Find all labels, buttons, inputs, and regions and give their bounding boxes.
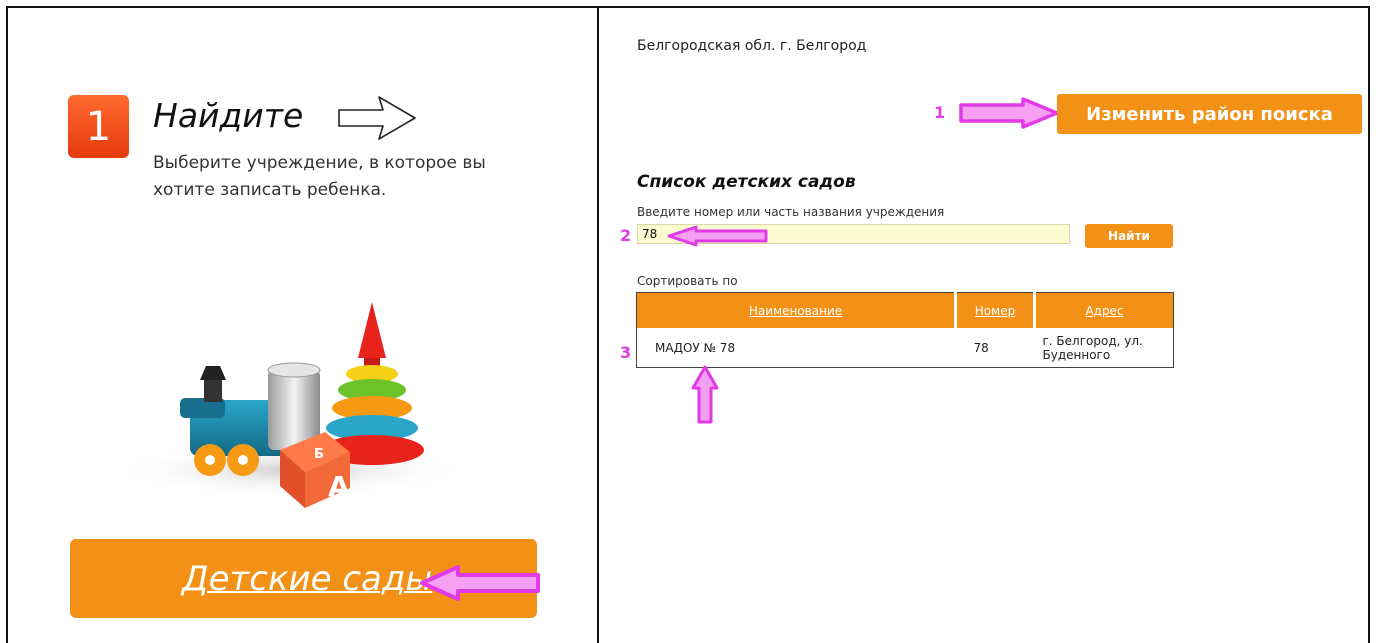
svg-text:A: A bbox=[328, 470, 350, 503]
step-description: Выберите учреждение, в которое вы хотите… bbox=[153, 153, 486, 200]
sort-by-name-header[interactable]: Наименование bbox=[636, 292, 957, 328]
arrow-outline-icon bbox=[338, 96, 416, 140]
sort-by-number-header[interactable]: Номер bbox=[955, 292, 1036, 328]
change-search-area-button[interactable]: Изменить район поиска bbox=[1057, 94, 1362, 134]
pink-arrow-icon bbox=[691, 365, 719, 424]
step-number-badge: 1 bbox=[68, 95, 129, 158]
row-address-cell: г. Белгород, ул. Буденного bbox=[1042, 333, 1143, 362]
annotation-3: 3 bbox=[620, 343, 632, 362]
pink-arrow-icon bbox=[667, 225, 768, 247]
pink-arrow-icon bbox=[959, 97, 1059, 129]
find-button[interactable]: Найти bbox=[1085, 224, 1173, 248]
region-label: Белгородская обл. г. Белгород bbox=[637, 38, 867, 54]
svg-text:Б: Б bbox=[314, 447, 324, 462]
annotation-2: 2 bbox=[620, 226, 632, 245]
table-row[interactable]: МАДОУ № 78 78 г. Белгород, ул. Буденного bbox=[637, 328, 1174, 368]
kindergartens-button-label: Детские сады bbox=[182, 558, 433, 599]
list-title: Список детских садов bbox=[637, 172, 856, 192]
toys-illustration: A Б bbox=[110, 302, 470, 508]
search-label: Введите номер или часть названия учрежде… bbox=[637, 205, 945, 219]
panel-divider bbox=[597, 6, 599, 643]
sort-label: Сортировать по bbox=[637, 274, 738, 288]
step-title: Найдите bbox=[153, 96, 304, 135]
annotation-1: 1 bbox=[934, 103, 946, 122]
sort-by-address-header[interactable]: Адрес bbox=[1034, 292, 1174, 328]
row-number-cell: 78 bbox=[973, 340, 989, 355]
row-name-cell[interactable]: МАДОУ № 78 bbox=[637, 328, 956, 368]
results-table: Наименование Номер Адрес МАДОУ № 78 78 г… bbox=[636, 292, 1174, 368]
pink-arrow-icon bbox=[420, 565, 540, 601]
